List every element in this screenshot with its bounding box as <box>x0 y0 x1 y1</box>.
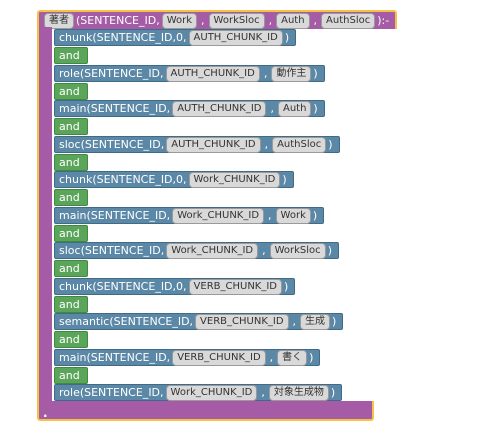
and-connector-block[interactable]: and <box>54 118 88 135</box>
close-paren: ) <box>313 67 318 80</box>
predicate-label: chunk(SENTENCE_ID,0, <box>59 173 187 186</box>
argument-field[interactable]: VERB_CHUNK_ID <box>172 349 266 366</box>
rule-head-block[interactable]: 著者 (SENTENCE_ID, Work , WorkSloc , Auth … <box>37 10 398 29</box>
rule-head-close: ):- <box>377 14 390 27</box>
and-connector-block[interactable]: and <box>54 367 88 384</box>
predicate-block[interactable]: main(SENTENCE_ID, AUTH_CHUNK_ID, Auth ) <box>54 100 325 117</box>
predicate-block[interactable]: role(SENTENCE_ID, Work_CHUNK_ID, 対象生成物 ) <box>54 384 343 401</box>
separator: , <box>268 14 273 27</box>
predicate-block[interactable]: sloc(SENTENCE_ID, Work_CHUNK_ID, WorkSloc… <box>54 242 339 259</box>
separator: , <box>261 386 265 399</box>
head-arg-field[interactable]: Auth <box>276 12 310 29</box>
argument-field[interactable]: AUTH_CHUNK_ID <box>165 65 260 82</box>
rule-head-open: (SENTENCE_ID, <box>76 14 160 27</box>
and-connector-block[interactable]: and <box>54 225 88 242</box>
argument-field[interactable]: Work_CHUNK_ID <box>165 384 258 401</box>
argument-field[interactable]: Work_CHUNK_ID <box>188 171 281 188</box>
argument-field[interactable]: VERB_CHUNK_ID <box>195 313 289 330</box>
separator: , <box>262 244 266 257</box>
close-paren: ) <box>328 138 333 151</box>
argument-field[interactable]: WorkSloc <box>269 242 326 259</box>
predicate-label: chunk(SENTENCE_ID,0, <box>59 280 187 293</box>
predicate-label: main(SENTENCE_ID, <box>59 351 171 364</box>
predicate-block[interactable]: chunk(SENTENCE_ID,0, Work_CHUNK_ID ) <box>54 171 294 188</box>
argument-field[interactable]: 書く <box>277 349 308 366</box>
and-connector-block[interactable]: and <box>54 296 88 313</box>
predicate-block[interactable]: chunk(SENTENCE_ID,0, VERB_CHUNK_ID ) <box>54 278 296 295</box>
separator: , <box>268 209 272 222</box>
rule-foot-block <box>37 401 374 421</box>
predicate-block[interactable]: role(SENTENCE_ID, AUTH_CHUNK_ID, 動作主 ) <box>54 65 325 82</box>
argument-field[interactable]: AUTH_CHUNK_ID <box>188 29 283 46</box>
argument-field[interactable]: 対象生成物 <box>268 384 329 401</box>
and-connector-block[interactable]: and <box>54 260 88 277</box>
predicate-label: main(SENTENCE_ID, <box>59 102 171 115</box>
close-paren: ) <box>284 280 289 293</box>
and-connector-block[interactable]: and <box>54 331 88 348</box>
separator: , <box>292 315 297 328</box>
predicate-label: role(SENTENCE_ID, <box>59 67 164 80</box>
head-arg-field[interactable]: AuthSloc <box>321 12 376 29</box>
separator: , <box>313 14 318 27</box>
separator: , <box>263 67 268 80</box>
close-paren: ) <box>332 315 337 328</box>
close-paren: ) <box>284 31 290 44</box>
predicate-block[interactable]: chunk(SENTENCE_ID,0, AUTH_CHUNK_ID ) <box>54 29 297 46</box>
separator: , <box>264 138 269 151</box>
argument-field[interactable]: AuthSloc <box>272 136 327 153</box>
separator: , <box>270 102 274 115</box>
argument-field[interactable]: Work <box>275 207 311 224</box>
argument-field[interactable]: Work_CHUNK_ID <box>172 207 265 224</box>
and-connector-block[interactable]: and <box>54 47 88 64</box>
predicate-label: sloc(SENTENCE_ID, <box>59 138 165 151</box>
argument-field[interactable]: 動作主 <box>271 65 312 82</box>
argument-field[interactable]: AUTH_CHUNK_ID <box>166 136 261 153</box>
predicate-block[interactable]: sloc(SENTENCE_ID, AUTH_CHUNK_ID, AuthSloc… <box>54 136 340 153</box>
predicate-label: chunk(SENTENCE_ID,0, <box>59 31 187 44</box>
separator: , <box>269 351 274 364</box>
argument-field[interactable]: 生成 <box>300 313 331 330</box>
close-paren: ) <box>309 351 314 364</box>
and-connector-block[interactable]: and <box>54 83 88 100</box>
rule-body-spine <box>37 27 52 402</box>
close-paren: ) <box>282 173 287 186</box>
predicate-label: main(SENTENCE_ID, <box>59 209 171 222</box>
predicate-block[interactable]: semantic(SENTENCE_ID, VERB_CHUNK_ID, 生成 ) <box>54 313 344 330</box>
close-paren: ) <box>313 102 318 115</box>
close-paren: ) <box>312 209 318 222</box>
head-arg-field[interactable]: WorkSloc <box>208 12 265 29</box>
and-connector-block[interactable]: and <box>54 154 88 171</box>
predicate-block[interactable]: main(SENTENCE_ID, Work_CHUNK_ID, Work ) <box>54 207 325 224</box>
head-arg-field[interactable]: Work <box>161 12 198 29</box>
separator: , <box>201 14 205 27</box>
predicate-block[interactable]: main(SENTENCE_ID, VERB_CHUNK_ID, 書く ) <box>54 349 321 366</box>
close-paren: ) <box>327 244 332 257</box>
and-connector-block[interactable]: and <box>54 189 88 206</box>
argument-field[interactable]: AUTH_CHUNK_ID <box>172 100 267 117</box>
close-paren: ) <box>330 386 336 399</box>
argument-field[interactable]: Auth <box>277 100 312 117</box>
predicate-label: sloc(SENTENCE_ID, <box>59 244 165 257</box>
argument-field[interactable]: Work_CHUNK_ID <box>166 242 259 259</box>
predicate-label: role(SENTENCE_ID, <box>59 386 164 399</box>
rule-end-dot: . <box>43 406 48 420</box>
argument-field[interactable]: VERB_CHUNK_ID <box>188 278 283 295</box>
predicate-label: semantic(SENTENCE_ID, <box>59 315 194 328</box>
